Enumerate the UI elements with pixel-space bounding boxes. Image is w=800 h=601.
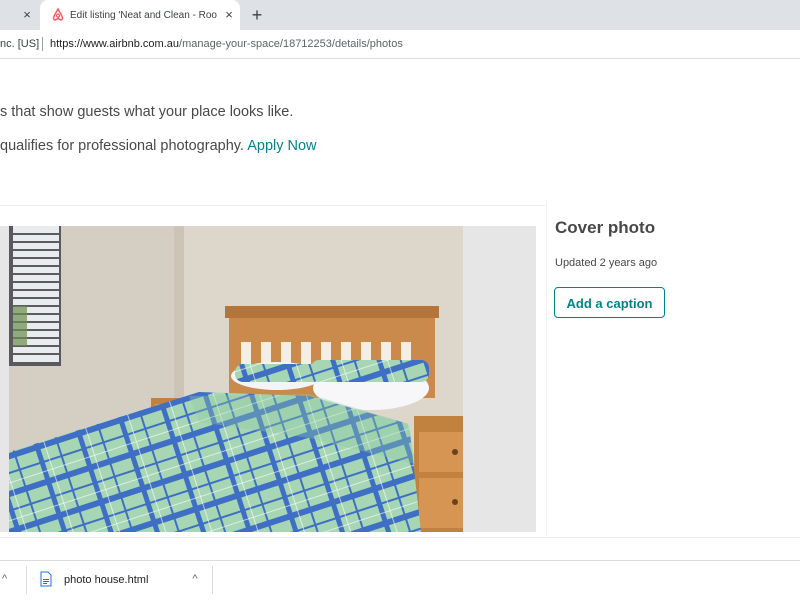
download-file-name[interactable]: photo house.html <box>64 574 148 586</box>
close-tab-icon[interactable]: × <box>18 6 36 24</box>
chevron-up-icon[interactable]: ^ <box>188 571 202 587</box>
new-tab-button[interactable]: + <box>246 4 268 26</box>
tab-active[interactable]: Edit listing 'Neat and Clean - Roo × <box>40 0 240 30</box>
downloads-divider <box>212 566 213 594</box>
divider-bottom <box>0 537 800 538</box>
intro-text: s that show guests what your place looks… <box>0 104 294 120</box>
airbnb-logo-icon <box>50 7 66 23</box>
downloads-divider <box>26 566 27 594</box>
url-field[interactable]: https://www.airbnb.com.au/manage-your-sp… <box>50 36 403 52</box>
tab-inactive[interactable]: × <box>0 0 40 30</box>
side-divider <box>546 200 547 537</box>
divider <box>0 205 545 206</box>
file-icon <box>40 571 52 587</box>
apply-now-link[interactable]: Apply Now <box>247 138 316 154</box>
tab-strip: × Edit listing 'Neat and Clean - Roo × + <box>0 0 800 30</box>
professional-photo-text: qualifies for professional photography. … <box>0 138 317 154</box>
site-certificate-label[interactable]: nc. [US] <box>0 36 39 52</box>
cover-photo-title: Cover photo <box>555 218 656 237</box>
url-host: https://www.airbnb.com.au <box>50 38 180 50</box>
cover-photo-image[interactable] <box>9 226 463 532</box>
address-bar[interactable]: nc. [US] https://www.airbnb.com.au/manag… <box>0 30 800 59</box>
add-caption-button[interactable]: Add a caption <box>554 287 665 318</box>
url-path: /manage-your-space/18712253/details/phot… <box>179 38 403 50</box>
close-tab-icon[interactable]: × <box>220 6 238 24</box>
tab-title: Edit listing 'Neat and Clean - Roo <box>70 10 217 21</box>
chevron-up-icon[interactable]: ^ <box>2 571 14 587</box>
address-separator <box>42 37 43 51</box>
updated-timestamp: Updated 2 years ago <box>555 257 658 269</box>
professional-photo-prefix: qualifies for professional photography. <box>0 138 244 154</box>
